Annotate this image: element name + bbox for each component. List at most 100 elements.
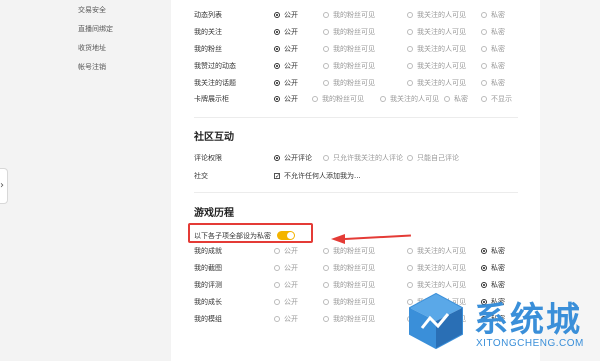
row-label: 我的成就: [194, 247, 222, 255]
privacy-option[interactable]: 公开: [274, 94, 298, 104]
option-label: 公开: [284, 264, 298, 272]
option-label: 公开: [284, 298, 298, 306]
social-checkbox[interactable]: ✓ 不允许任何人添加我为...: [274, 171, 361, 181]
privacy-option[interactable]: 公开: [274, 61, 298, 71]
privacy-option[interactable]: 我的粉丝可见: [323, 78, 375, 88]
privacy-option[interactable]: 不显示: [481, 94, 512, 104]
row-label: 动态列表: [194, 11, 222, 19]
game-option[interactable]: 我的粉丝可见: [323, 280, 375, 290]
watermark-title: 系统城: [474, 300, 582, 340]
option-label: 我的粉丝可见: [333, 281, 375, 289]
privacy-option[interactable]: 私密: [481, 78, 505, 88]
option-label: 我的粉丝可见: [333, 11, 375, 19]
privacy-option[interactable]: 我关注的人可见: [407, 61, 466, 71]
option-label: 私密: [491, 264, 505, 272]
radio-icon: [323, 29, 329, 35]
option-label: 公开: [284, 247, 298, 255]
option-label: 只允许我关注的人评论: [333, 154, 403, 162]
comment-option[interactable]: 只能自己评论: [407, 153, 459, 163]
nav-item-live-binding[interactable]: 直播间绑定: [78, 24, 113, 34]
privacy-option[interactable]: 私密: [481, 44, 505, 54]
sidebar-toggle-button[interactable]: ›: [0, 168, 8, 204]
chevron-right-icon: ›: [0, 180, 4, 191]
radio-icon: [312, 96, 318, 102]
radio-icon: [481, 29, 487, 35]
privacy-option[interactable]: 我的粉丝可见: [323, 44, 375, 54]
privacy-option[interactable]: 我关注的人可见: [407, 44, 466, 54]
watermark: 系统城 XITONGCHENG.COM: [404, 288, 600, 361]
row-label: 卡牌展示柜: [194, 95, 229, 103]
radio-icon: [407, 29, 413, 35]
privacy-option[interactable]: 私密: [481, 61, 505, 71]
option-label: 我关注的人可见: [417, 79, 466, 87]
row-label: 我的评测: [194, 281, 222, 289]
game-option[interactable]: 我关注的人可见: [407, 263, 466, 273]
option-label: 公开: [284, 281, 298, 289]
option-label: 公开: [284, 79, 298, 87]
row-label: 我关注的话题: [194, 79, 236, 87]
game-option[interactable]: 公开: [274, 263, 298, 273]
radio-icon: [407, 12, 413, 18]
nav-item-account-cancel[interactable]: 帐号注销: [78, 62, 106, 72]
section-title-community: 社区互动: [194, 132, 234, 143]
all-private-toggle[interactable]: [277, 231, 295, 240]
radio-icon: [323, 155, 329, 161]
game-option[interactable]: 我的粉丝可见: [323, 314, 375, 324]
radio-icon: [481, 80, 487, 86]
option-label: 公开: [284, 95, 298, 103]
radio-icon: [481, 12, 487, 18]
privacy-option[interactable]: 公开: [274, 27, 298, 37]
privacy-option[interactable]: 我关注的人可见: [407, 78, 466, 88]
radio-icon: [323, 12, 329, 18]
game-option[interactable]: 我的粉丝可见: [323, 297, 375, 307]
option-label: 公开: [284, 28, 298, 36]
divider: [194, 192, 518, 193]
row-label: 我赞过的动态: [194, 62, 236, 70]
privacy-option[interactable]: 公开: [274, 78, 298, 88]
privacy-option[interactable]: 私密: [481, 10, 505, 20]
game-option[interactable]: 私密: [481, 263, 505, 273]
privacy-option[interactable]: 私密: [481, 27, 505, 37]
game-option[interactable]: 公开: [274, 297, 298, 307]
option-label: 我关注的人可见: [417, 62, 466, 70]
option-label: 我关注的人可见: [417, 28, 466, 36]
game-option[interactable]: 我的粉丝可见: [323, 246, 375, 256]
option-label: 我的粉丝可见: [333, 28, 375, 36]
comment-option[interactable]: 只允许我关注的人评论: [323, 153, 403, 163]
privacy-option[interactable]: 私密: [444, 94, 468, 104]
radio-icon: [274, 282, 280, 288]
radio-icon: [274, 316, 280, 322]
game-option[interactable]: 公开: [274, 246, 298, 256]
radio-icon: [481, 96, 487, 102]
privacy-option[interactable]: 我的粉丝可见: [323, 10, 375, 20]
privacy-option[interactable]: 公开: [274, 44, 298, 54]
left-panel: 交易安全 直播间绑定 收货地址 帐号注销: [0, 0, 171, 361]
nav-item-shipping-address[interactable]: 收货地址: [78, 43, 106, 53]
game-option[interactable]: 私密: [481, 246, 505, 256]
row-label: 我的模组: [194, 315, 222, 323]
radio-icon: [323, 265, 329, 271]
nav-item-trade-security[interactable]: 交易安全: [78, 5, 106, 15]
radio-icon: [323, 248, 329, 254]
game-option[interactable]: 公开: [274, 280, 298, 290]
privacy-option[interactable]: 我的粉丝可见: [323, 61, 375, 71]
privacy-option[interactable]: 我关注的人可见: [380, 94, 439, 104]
privacy-option[interactable]: 我的粉丝可见: [323, 27, 375, 37]
option-label: 私密: [454, 95, 468, 103]
game-option[interactable]: 我的粉丝可见: [323, 263, 375, 273]
option-label: 私密: [491, 62, 505, 70]
radio-icon: [481, 46, 487, 52]
privacy-option[interactable]: 我关注的人可见: [407, 10, 466, 20]
privacy-option[interactable]: 我关注的人可见: [407, 27, 466, 37]
comment-option[interactable]: 公开评论: [274, 153, 312, 163]
option-label: 私密: [491, 247, 505, 255]
radio-selected-icon: [481, 265, 487, 271]
privacy-option[interactable]: 公开: [274, 10, 298, 20]
game-option[interactable]: 公开: [274, 314, 298, 324]
radio-icon: [444, 96, 450, 102]
option-label: 私密: [491, 11, 505, 19]
option-label: 我关注的人可见: [417, 247, 466, 255]
privacy-option[interactable]: 我的粉丝可见: [312, 94, 364, 104]
game-option[interactable]: 我关注的人可见: [407, 246, 466, 256]
radio-icon: [323, 282, 329, 288]
